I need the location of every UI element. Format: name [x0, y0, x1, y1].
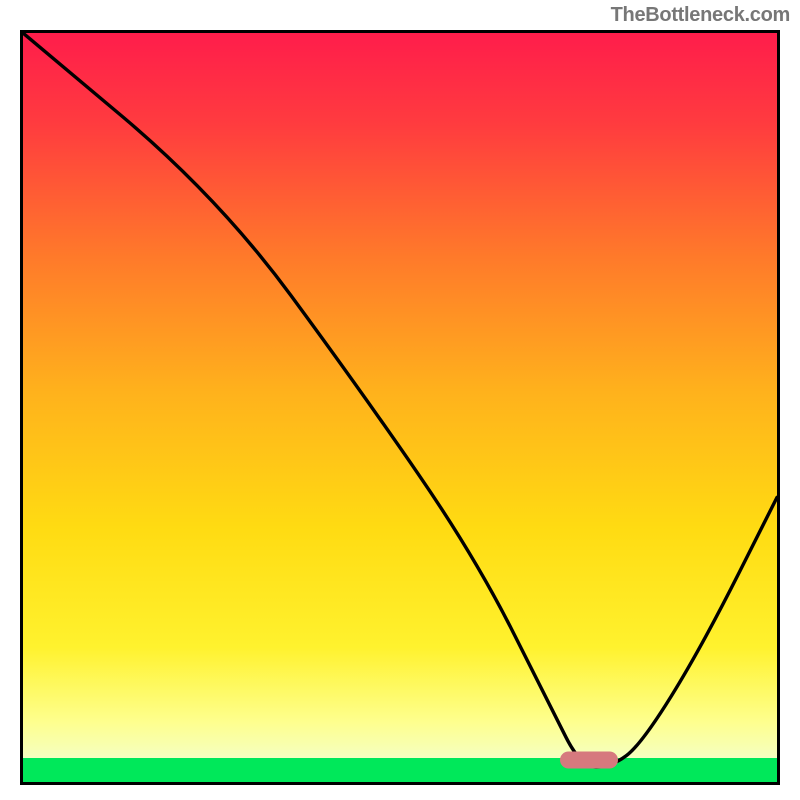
plot-area: [20, 30, 780, 785]
plot-container: [20, 30, 780, 785]
optimal-point-marker: [560, 751, 618, 768]
bottleneck-curve: [23, 33, 777, 782]
watermark-text: TheBottleneck.com: [611, 4, 790, 27]
